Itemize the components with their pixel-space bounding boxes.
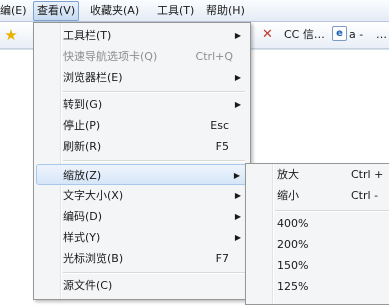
menu-item-label: 200% xyxy=(277,238,309,251)
zoom-out-item[interactable]: 缩小 Ctrl - xyxy=(248,185,389,207)
menu-item-shortcut: Ctrl + xyxy=(351,168,384,181)
favorite-site-icon: ✕ xyxy=(262,27,273,42)
menu-item-label: 工具栏(T) xyxy=(63,29,112,42)
menu-item-stop[interactable]: 停止(P) Esc xyxy=(36,115,247,136)
menu-item-text-size[interactable]: 文字大小(X) ▶ xyxy=(36,185,247,206)
menu-favorites[interactable]: 收藏夹(A) xyxy=(90,3,139,19)
menu-item-label: 源文件(C) xyxy=(63,279,113,292)
menu-separator xyxy=(275,210,389,212)
menu-item-toolbars[interactable]: 工具栏(T) ▶ xyxy=(36,25,247,46)
favorite-link-a[interactable]: a - xyxy=(349,28,363,42)
menu-bar: 编(E) 查看(V) 收藏夹(A) 工具(T) 帮助(H) xyxy=(0,0,389,22)
submenu-arrow-icon: ▶ xyxy=(234,31,241,40)
menu-item-label: 编码(D) xyxy=(63,210,103,223)
menu-item-shortcut: F7 xyxy=(215,252,229,265)
menu-item-label: 放大 xyxy=(277,168,299,181)
menu-item-source[interactable]: 源文件(C) xyxy=(36,275,247,296)
favorites-star-icon[interactable]: ★ xyxy=(3,27,19,43)
zoom-400-item[interactable]: 400% xyxy=(248,213,389,235)
menu-item-caret-browsing[interactable]: 光标浏览(B) F7 xyxy=(36,248,247,269)
menu-item-label: 浏览器栏(E) xyxy=(63,71,123,84)
menu-item-label: 快速导航选项卡(Q) xyxy=(63,50,158,63)
submenu-arrow-icon: ▶ xyxy=(233,171,240,180)
favorite-link-more[interactable]: … xyxy=(376,28,387,42)
menu-item-label: 缩放(Z) xyxy=(63,169,102,182)
menu-item-label: 转到(G) xyxy=(63,98,103,111)
menu-separator xyxy=(63,91,245,93)
submenu-arrow-icon: ▶ xyxy=(234,73,241,82)
menu-item-label: 样式(Y) xyxy=(63,231,101,244)
ie-page-icon: e xyxy=(332,26,347,41)
menu-item-label: 缩小 xyxy=(277,189,299,202)
menu-item-quick-tabs: 快速导航选项卡(Q) Ctrl+Q xyxy=(36,46,247,67)
favorite-link-cc[interactable]: CC 信… xyxy=(284,28,325,42)
menu-item-explorer-bars[interactable]: 浏览器栏(E) ▶ xyxy=(36,67,247,88)
menu-item-label: 停止(P) xyxy=(63,119,101,132)
submenu-arrow-icon: ▶ xyxy=(234,191,241,200)
menu-item-shortcut: Esc xyxy=(210,119,229,132)
menu-item-label: 光标浏览(B) xyxy=(63,252,124,265)
menu-item-shortcut: Ctrl+Q xyxy=(195,50,233,63)
menu-view[interactable]: 查看(V) xyxy=(33,1,80,21)
menu-item-shortcut: F5 xyxy=(215,140,229,153)
submenu-arrow-icon: ▶ xyxy=(234,233,241,242)
menu-item-go-to[interactable]: 转到(G) ▶ xyxy=(36,94,247,115)
menu-item-encoding[interactable]: 编码(D) ▶ xyxy=(36,206,247,227)
menu-separator xyxy=(63,160,245,162)
menu-item-label: 刷新(R) xyxy=(63,140,102,153)
menu-item-label: 150% xyxy=(277,259,309,272)
menu-help[interactable]: 帮助(H) xyxy=(206,3,245,19)
zoom-in-item[interactable]: 放大 Ctrl + xyxy=(248,164,389,186)
zoom-submenu: 放大 Ctrl + 缩小 Ctrl - 400% 200% 150% 125% xyxy=(245,163,389,305)
view-menu: 工具栏(T) ▶ 快速导航选项卡(Q) Ctrl+Q 浏览器栏(E) ▶ 转到(… xyxy=(33,22,251,300)
menu-item-zoom[interactable]: 缩放(Z) ▶ xyxy=(36,164,247,185)
zoom-200-item[interactable]: 200% xyxy=(248,234,389,256)
menu-edit[interactable]: 编(E) xyxy=(0,3,27,19)
menu-item-label: 125% xyxy=(277,280,309,293)
menu-item-label: 400% xyxy=(277,217,309,230)
submenu-arrow-icon: ▶ xyxy=(234,100,241,109)
menu-item-shortcut: Ctrl - xyxy=(351,189,379,202)
submenu-arrow-icon: ▶ xyxy=(234,212,241,221)
zoom-150-item[interactable]: 150% xyxy=(248,255,389,277)
menu-tools[interactable]: 工具(T) xyxy=(157,3,194,19)
menu-separator xyxy=(63,272,245,274)
menu-item-style[interactable]: 样式(Y) ▶ xyxy=(36,227,247,248)
menu-item-refresh[interactable]: 刷新(R) F5 xyxy=(36,136,247,157)
zoom-125-item[interactable]: 125% xyxy=(248,276,389,298)
menu-item-label: 文字大小(X) xyxy=(63,189,124,202)
